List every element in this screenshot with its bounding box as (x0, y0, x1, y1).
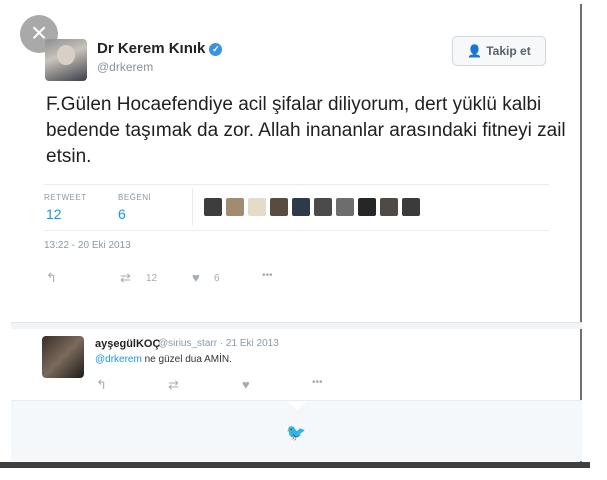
reply-more-icon[interactable]: ••• (312, 377, 323, 388)
reply-like-icon[interactable]: ♥ (242, 377, 250, 392)
liker-avatar[interactable] (358, 198, 376, 216)
reply-author-name[interactable]: ayşegülKOÇ (95, 338, 160, 350)
reply-retweet-icon[interactable]: ⇄ (168, 377, 179, 393)
bottom-edge-bar (0, 462, 590, 468)
retweet-label: RETWEET (44, 193, 87, 202)
person-add-icon: 👤 (467, 44, 483, 58)
liker-avatar[interactable] (402, 198, 420, 216)
like-count[interactable]: 6 (118, 206, 126, 222)
stats-separator (192, 188, 193, 226)
like-label: BEĞENİ (118, 193, 152, 202)
twitter-bird-icon: 🐦 (286, 425, 306, 442)
reply-icon[interactable]: ↰ (46, 270, 57, 286)
liker-avatar[interactable] (336, 198, 354, 216)
follow-button[interactable]: 👤 Takip et (452, 36, 546, 66)
reply-text: @drkerem ne güzel dua AMİN. (95, 354, 232, 365)
tweet-timestamp[interactable]: 13:22 - 20 Eki 2013 (44, 240, 131, 251)
liker-avatar[interactable] (380, 198, 398, 216)
liker-avatar[interactable] (226, 198, 244, 216)
liker-avatar[interactable] (248, 198, 266, 216)
tweet-text: F.Gülen Hocaefendiye acil şifalar diliyo… (46, 94, 566, 167)
footer-pointer (287, 401, 307, 410)
reply-avatar[interactable] (42, 336, 84, 378)
author-handle[interactable]: @drkerem (97, 60, 153, 74)
stats-divider-top (44, 184, 549, 185)
liker-avatar[interactable] (204, 198, 222, 216)
section-divider (11, 322, 582, 329)
liker-avatar[interactable] (292, 198, 310, 216)
author-avatar[interactable] (45, 39, 87, 81)
retweet-icon[interactable]: ⇄ (120, 270, 131, 286)
retweet-count[interactable]: 12 (46, 206, 62, 222)
more-icon[interactable]: ••• (262, 270, 273, 281)
liker-avatar[interactable] (314, 198, 332, 216)
reply-reply-icon[interactable]: ↰ (96, 377, 107, 393)
like-action-count: 6 (214, 273, 220, 284)
like-icon[interactable]: ♥ (192, 270, 200, 285)
reply-mention[interactable]: @drkerem (95, 354, 142, 365)
liker-avatar[interactable] (270, 198, 288, 216)
reply-meta[interactable]: @sirius_starr · 21 Eki 2013 (158, 338, 279, 349)
author-name[interactable]: Dr Kerem Kınık ✓ (97, 40, 223, 57)
stats-divider-bottom (44, 230, 549, 231)
retweet-action-count: 12 (146, 273, 158, 284)
verified-icon: ✓ (209, 43, 223, 56)
